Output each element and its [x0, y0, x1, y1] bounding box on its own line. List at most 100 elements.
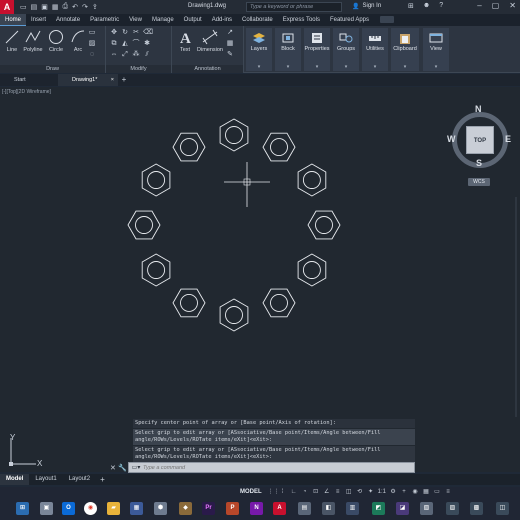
- tab-layout1[interactable]: Layout1: [29, 474, 62, 485]
- save-as-icon[interactable]: ▦: [52, 3, 59, 11]
- tab-view[interactable]: View: [124, 14, 147, 26]
- circle-shape[interactable]: [270, 293, 288, 312]
- lineweight-icon[interactable]: ≡: [334, 488, 342, 496]
- circle-shape[interactable]: [147, 261, 166, 279]
- wcs-menu[interactable]: WCS: [468, 178, 490, 186]
- scale-icon[interactable]: ⤢: [121, 51, 129, 59]
- compass-west[interactable]: W: [447, 134, 456, 144]
- signin-button[interactable]: 👤 Sign In: [352, 3, 381, 10]
- hatch-icon[interactable]: ▨: [88, 40, 96, 48]
- hexagon-shape[interactable]: [141, 253, 171, 287]
- circle-shape[interactable]: [302, 261, 321, 279]
- task-view-icon[interactable]: ▣: [40, 502, 53, 515]
- polyline-tool-button[interactable]: Polyline: [22, 28, 44, 53]
- circle-shape[interactable]: [180, 138, 198, 157]
- close-command-line-icon[interactable]: ✕: [110, 464, 118, 472]
- array-item[interactable]: [219, 118, 249, 152]
- array-item[interactable]: [219, 298, 249, 332]
- explode-icon[interactable]: ✱: [143, 40, 151, 48]
- help-icon[interactable]: ?: [439, 2, 443, 10]
- array-item[interactable]: [262, 132, 296, 162]
- app-icon[interactable]: ▨: [446, 502, 459, 515]
- modify-panel-label[interactable]: Modify: [106, 65, 171, 73]
- move-icon[interactable]: ✥: [110, 29, 118, 37]
- erase-icon[interactable]: ⌫: [143, 29, 153, 37]
- new-tab-button[interactable]: +: [118, 74, 130, 86]
- gradient-icon[interactable]: ◌: [88, 51, 96, 59]
- app-icon[interactable]: ◪: [396, 502, 409, 515]
- leader-icon[interactable]: ↗: [226, 29, 234, 37]
- grid-icon[interactable]: ⋮⋮: [268, 488, 280, 496]
- tab-annotate[interactable]: Annotate: [51, 14, 85, 26]
- minimize-icon[interactable]: –: [477, 1, 481, 10]
- tab-add-ins[interactable]: Add-ins: [207, 14, 237, 26]
- isolate-icon[interactable]: ◉: [411, 488, 419, 496]
- groups-group[interactable]: Groups ▾: [333, 28, 359, 71]
- polar-array[interactable]: [127, 118, 341, 332]
- hexagon-shape[interactable]: [307, 210, 341, 240]
- mirror-icon[interactable]: ◭: [121, 40, 129, 48]
- ribbon-more-button[interactable]: [380, 16, 394, 23]
- annotation-visibility-icon[interactable]: ✦: [367, 488, 375, 496]
- open-folder-icon[interactable]: ▤: [31, 3, 38, 11]
- autocad-taskbar-icon[interactable]: A: [273, 502, 286, 515]
- circle-shape[interactable]: [147, 171, 166, 189]
- offset-icon[interactable]: ⫽: [143, 51, 151, 59]
- ortho-icon[interactable]: ∟: [290, 488, 298, 496]
- circle-shape[interactable]: [225, 306, 243, 324]
- account-icon[interactable]: ☻: [423, 2, 430, 10]
- tab-express-tools[interactable]: Express Tools: [278, 14, 325, 26]
- fillet-icon[interactable]: ⌒: [132, 40, 140, 48]
- model-space-button[interactable]: MODEL: [240, 489, 262, 495]
- share-icon[interactable]: ⇪: [92, 3, 98, 11]
- tab-insert[interactable]: Insert: [26, 14, 51, 26]
- array-item[interactable]: [127, 210, 161, 240]
- redo-icon[interactable]: ↷: [82, 3, 88, 11]
- annotation-scale[interactable]: 1:1: [378, 489, 386, 495]
- view-group[interactable]: View ▾: [423, 28, 449, 71]
- tab-collaborate[interactable]: Collaborate: [237, 14, 278, 26]
- arc-tool-button[interactable]: Arc: [67, 28, 89, 53]
- circle-shape[interactable]: [180, 293, 198, 312]
- trim-icon[interactable]: ✂: [132, 29, 140, 37]
- print-icon[interactable]: ⎙: [63, 3, 69, 11]
- selection-cycling-icon[interactable]: ⟲: [356, 488, 364, 496]
- array-item[interactable]: [297, 253, 327, 287]
- polar-icon[interactable]: ◔: [301, 488, 309, 496]
- transparency-icon[interactable]: ◫: [345, 488, 353, 496]
- maximize-icon[interactable]: ▢: [492, 1, 500, 10]
- app-icon[interactable]: ▤: [298, 502, 311, 515]
- app-icon[interactable]: ◆: [179, 502, 192, 515]
- add-layout-button[interactable]: +: [96, 475, 109, 484]
- circle-shape[interactable]: [302, 171, 321, 189]
- tab-manage[interactable]: Manage: [147, 14, 179, 26]
- dimension-tool-button[interactable]: Dimension: [196, 28, 224, 53]
- view-cube[interactable]: TOP N S E W WCS: [446, 104, 514, 186]
- app-icon[interactable]: ◧: [322, 502, 335, 515]
- array-item[interactable]: [141, 253, 171, 287]
- rotate-icon[interactable]: ↻: [121, 29, 129, 37]
- command-input[interactable]: [143, 464, 343, 471]
- hexagon-shape[interactable]: [297, 253, 327, 287]
- save-icon[interactable]: ▣: [41, 3, 48, 11]
- array-item[interactable]: [141, 163, 171, 197]
- markup-icon[interactable]: ✎: [226, 51, 234, 59]
- hexagon-shape[interactable]: [262, 132, 296, 162]
- app-icon[interactable]: ▧: [420, 502, 433, 515]
- hardware-acceleration-icon[interactable]: ▦: [422, 488, 430, 496]
- hexagon-shape[interactable]: [141, 163, 171, 197]
- app-icon[interactable]: ◩: [372, 502, 385, 515]
- circle-shape[interactable]: [270, 138, 288, 157]
- command-prompt-icon[interactable]: ▭▾: [129, 464, 143, 471]
- cart-icon[interactable]: ⊞: [408, 2, 414, 10]
- tab-layout2[interactable]: Layout2: [63, 474, 96, 485]
- text-tool-button[interactable]: A Text: [174, 28, 196, 53]
- powerpoint-icon[interactable]: P: [226, 502, 239, 515]
- outlook-icon[interactable]: O: [62, 502, 75, 515]
- app-icon[interactable]: ▦: [130, 502, 143, 515]
- hexagon-shape[interactable]: [219, 118, 249, 152]
- app-icon[interactable]: ▥: [346, 502, 359, 515]
- clean-screen-icon[interactable]: ▭: [433, 488, 441, 496]
- utilities-group[interactable]: Utilities ▾: [362, 28, 388, 71]
- array-item[interactable]: [262, 288, 296, 318]
